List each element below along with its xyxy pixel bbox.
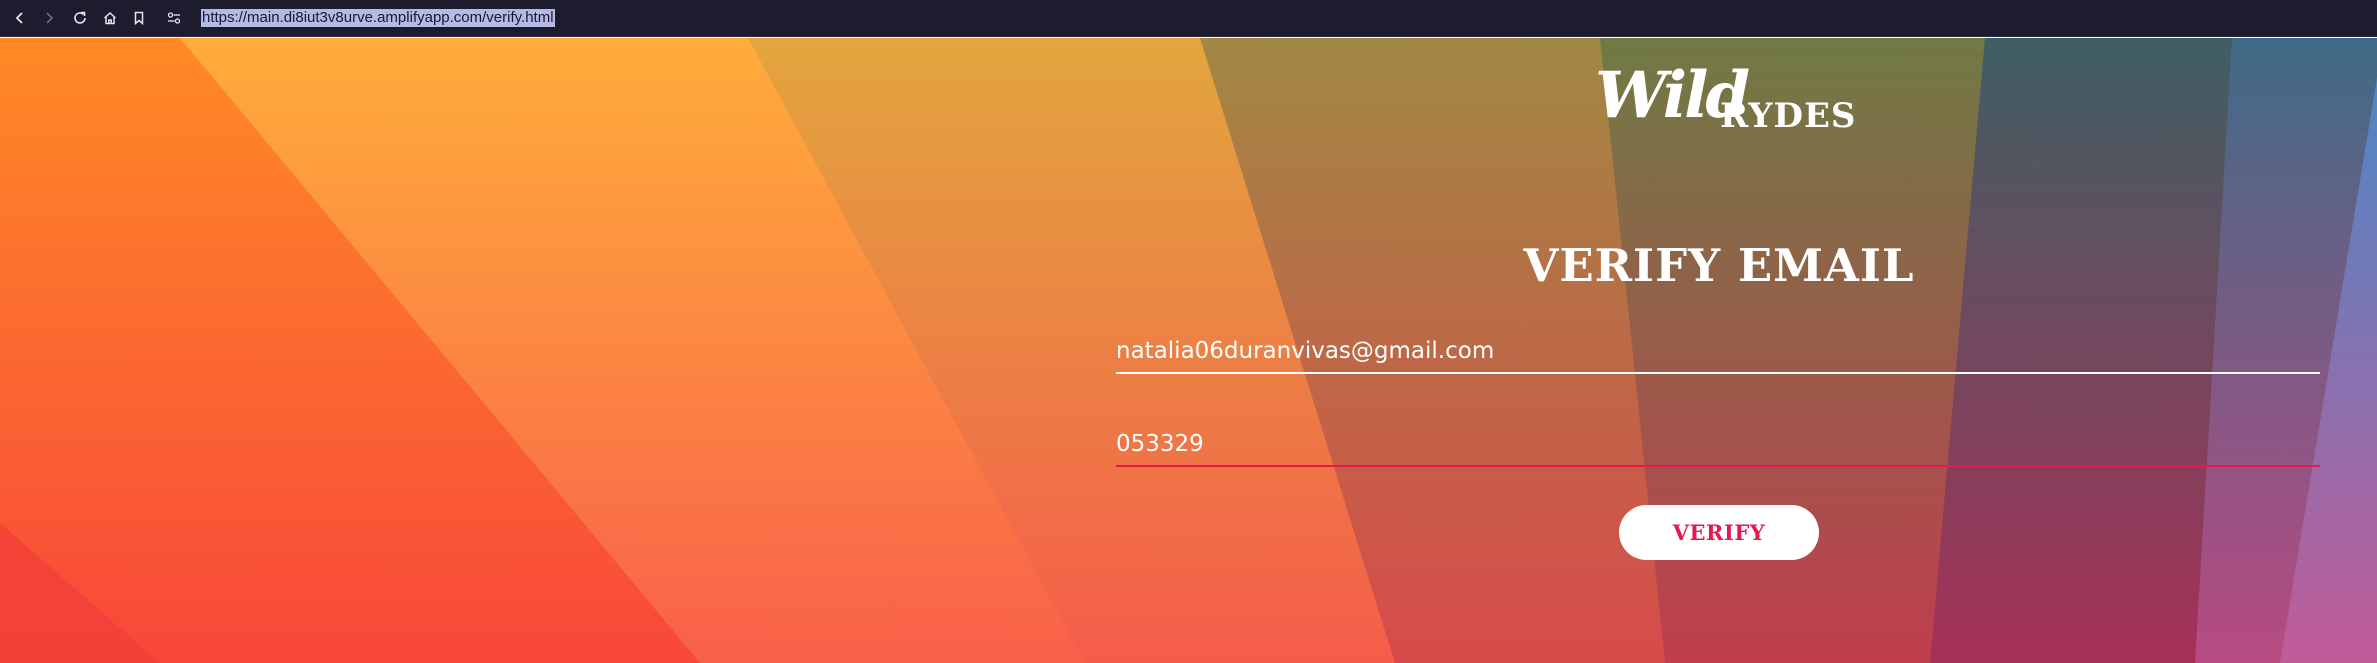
bookmark-icon: [134, 11, 144, 26]
verification-code-field[interactable]: [1116, 423, 2320, 467]
hero-section: Wild RYDES VERIFY EMAIL VERIFY: [0, 38, 2377, 663]
home-button[interactable]: [99, 7, 121, 29]
forward-arrow-icon: [46, 12, 54, 24]
logo-caps-text: RYDES: [1720, 96, 1857, 136]
back-button[interactable]: [9, 7, 31, 29]
site-info-icon[interactable]: [166, 10, 182, 31]
url-text[interactable]: https://main.di8iut3v8urve.amplifyapp.co…: [201, 9, 555, 27]
email-field[interactable]: [1116, 330, 2320, 374]
wild-rydes-logo: Wild RYDES: [1595, 58, 1857, 144]
reload-icon: [74, 11, 86, 24]
verify-button[interactable]: VERIFY: [1619, 505, 1819, 560]
forward-button[interactable]: [38, 7, 60, 29]
reload-button[interactable]: [69, 7, 91, 29]
bookmark-button[interactable]: [128, 7, 150, 29]
url-bar[interactable]: https://main.di8iut3v8urve.amplifyapp.co…: [160, 5, 2377, 32]
page-title: VERIFY EMAIL: [1523, 239, 1915, 292]
browser-toolbar: https://main.di8iut3v8urve.amplifyapp.co…: [0, 0, 2377, 37]
back-arrow-icon: [15, 12, 23, 24]
home-icon: [103, 11, 117, 25]
